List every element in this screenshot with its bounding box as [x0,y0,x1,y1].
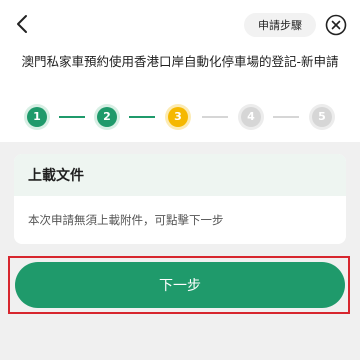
header-bar: 申請步驟 澳門私家車預約使用香港口岸自動化停車場的登記-新申請 [0,0,360,100]
chevron-left-icon [17,15,27,33]
step-1: 1 [27,107,47,127]
card-message: 本次申請無須上載附件，可點擊下一步 [28,213,224,227]
application-steps-button[interactable]: 申請步驟 [244,13,316,37]
step-3: 3 [168,107,188,127]
step-4: 4 [241,107,261,127]
step-5: 5 [312,107,332,127]
step-connector [273,116,299,118]
step-connector [202,116,228,118]
card-title: 上載文件 [14,154,346,196]
close-button[interactable] [325,14,347,36]
close-circle-icon [325,14,347,36]
step-connector [129,116,155,118]
page-title: 澳門私家車預約使用香港口岸自動化停車場的登記-新申請 [21,54,339,69]
back-button[interactable] [10,10,34,38]
progress-stepper: 1 2 3 4 5 [0,104,360,130]
step-connector [59,116,85,118]
upload-documents-card: 上載文件 本次申請無須上載附件，可點擊下一步 [14,154,346,244]
step-2: 2 [97,107,117,127]
next-step-button[interactable]: 下一步 [15,262,345,308]
